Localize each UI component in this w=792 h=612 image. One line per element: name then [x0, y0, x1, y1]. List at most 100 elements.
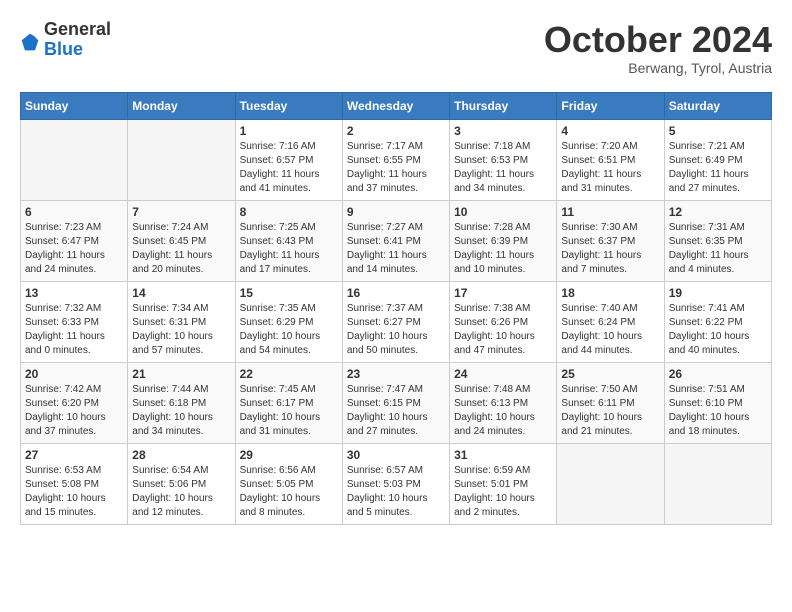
day-info: Sunrise: 7:44 AMSunset: 6:18 PMDaylight:…	[132, 383, 230, 439]
calendar-cell: 31 Sunrise: 6:59 AMSunset: 5:01 PMDayligh…	[450, 443, 557, 524]
calendar-cell: 3 Sunrise: 7:18 AMSunset: 6:53 PMDaylight…	[450, 119, 557, 200]
day-info: Sunrise: 6:57 AMSunset: 5:03 PMDaylight:…	[347, 464, 445, 520]
day-info: Sunrise: 6:59 AMSunset: 5:01 PMDaylight:…	[454, 464, 552, 520]
weekday-header: Monday	[128, 92, 235, 119]
weekday-header: Thursday	[450, 92, 557, 119]
calendar-cell	[557, 443, 664, 524]
day-number: 9	[347, 205, 445, 219]
day-info: Sunrise: 7:23 AMSunset: 6:47 PMDaylight:…	[25, 221, 123, 277]
day-number: 5	[669, 124, 767, 138]
title-area: October 2024 Berwang, Tyrol, Austria	[544, 20, 772, 76]
day-number: 20	[25, 367, 123, 381]
calendar-cell: 19Sunrise: 7:41 AMSunset: 6:22 PMDayligh…	[664, 281, 771, 362]
day-info: Sunrise: 7:41 AMSunset: 6:22 PMDaylight:…	[669, 302, 767, 358]
calendar-cell: 30 Sunrise: 6:57 AMSunset: 5:03 PMDayligh…	[342, 443, 449, 524]
day-number: 23	[347, 367, 445, 381]
day-info: Sunrise: 7:20 AMSunset: 6:51 PMDaylight:…	[561, 140, 659, 196]
calendar-cell: 21 Sunrise: 7:44 AMSunset: 6:18 PMDayligh…	[128, 362, 235, 443]
day-number: 1	[240, 124, 338, 138]
day-info: Sunrise: 6:54 AMSunset: 5:06 PMDaylight:…	[132, 464, 230, 520]
calendar-cell: 22 Sunrise: 7:45 AMSunset: 6:17 PMDayligh…	[235, 362, 342, 443]
day-info: Sunrise: 7:47 AMSunset: 6:15 PMDaylight:…	[347, 383, 445, 439]
day-number: 29	[240, 448, 338, 462]
calendar-table: SundayMondayTuesdayWednesdayThursdayFrid…	[20, 92, 772, 525]
day-info: Sunrise: 7:18 AMSunset: 6:53 PMDaylight:…	[454, 140, 552, 196]
day-number: 21	[132, 367, 230, 381]
calendar-cell: 28 Sunrise: 6:54 AMSunset: 5:06 PMDayligh…	[128, 443, 235, 524]
weekday-row: SundayMondayTuesdayWednesdayThursdayFrid…	[21, 92, 772, 119]
day-info: Sunrise: 7:35 AMSunset: 6:29 PMDaylight:…	[240, 302, 338, 358]
day-number: 30	[347, 448, 445, 462]
calendar-cell	[664, 443, 771, 524]
day-number: 18	[561, 286, 659, 300]
day-number: 24	[454, 367, 552, 381]
calendar-cell	[128, 119, 235, 200]
day-number: 2	[347, 124, 445, 138]
weekday-header: Saturday	[664, 92, 771, 119]
calendar-cell: 12 Sunrise: 7:31 AMSunset: 6:35 PMDayligh…	[664, 200, 771, 281]
day-number: 17	[454, 286, 552, 300]
day-number: 4	[561, 124, 659, 138]
calendar-week-row: 6Sunrise: 7:23 AMSunset: 6:47 PMDaylight…	[21, 200, 772, 281]
calendar-cell: 17 Sunrise: 7:38 AMSunset: 6:26 PMDayligh…	[450, 281, 557, 362]
day-info: Sunrise: 7:40 AMSunset: 6:24 PMDaylight:…	[561, 302, 659, 358]
calendar-cell: 9 Sunrise: 7:27 AMSunset: 6:41 PMDaylight…	[342, 200, 449, 281]
day-info: Sunrise: 7:42 AMSunset: 6:20 PMDaylight:…	[25, 383, 123, 439]
day-number: 12	[669, 205, 767, 219]
page-header: General Blue October 2024 Berwang, Tyrol…	[20, 20, 772, 76]
calendar-cell: 27Sunrise: 6:53 AMSunset: 5:08 PMDayligh…	[21, 443, 128, 524]
calendar-cell: 13 Sunrise: 7:32 AMSunset: 6:33 PMDayligh…	[21, 281, 128, 362]
calendar-cell: 14 Sunrise: 7:34 AMSunset: 6:31 PMDayligh…	[128, 281, 235, 362]
calendar-cell: 18 Sunrise: 7:40 AMSunset: 6:24 PMDayligh…	[557, 281, 664, 362]
day-info: Sunrise: 7:37 AMSunset: 6:27 PMDaylight:…	[347, 302, 445, 358]
day-info: Sunrise: 7:45 AMSunset: 6:17 PMDaylight:…	[240, 383, 338, 439]
day-info: Sunrise: 7:48 AMSunset: 6:13 PMDaylight:…	[454, 383, 552, 439]
day-number: 16	[347, 286, 445, 300]
day-info: Sunrise: 7:27 AMSunset: 6:41 PMDaylight:…	[347, 221, 445, 277]
calendar-cell: 4 Sunrise: 7:20 AMSunset: 6:51 PMDaylight…	[557, 119, 664, 200]
day-number: 14	[132, 286, 230, 300]
calendar-header: SundayMondayTuesdayWednesdayThursdayFrid…	[21, 92, 772, 119]
calendar-cell: 11 Sunrise: 7:30 AMSunset: 6:37 PMDayligh…	[557, 200, 664, 281]
day-number: 13	[25, 286, 123, 300]
day-info: Sunrise: 7:17 AMSunset: 6:55 PMDaylight:…	[347, 140, 445, 196]
calendar-cell: 6Sunrise: 7:23 AMSunset: 6:47 PMDaylight…	[21, 200, 128, 281]
day-number: 28	[132, 448, 230, 462]
calendar-cell: 24 Sunrise: 7:48 AMSunset: 6:13 PMDayligh…	[450, 362, 557, 443]
day-info: Sunrise: 7:24 AMSunset: 6:45 PMDaylight:…	[132, 221, 230, 277]
day-info: Sunrise: 7:38 AMSunset: 6:26 PMDaylight:…	[454, 302, 552, 358]
calendar-cell: 2 Sunrise: 7:17 AMSunset: 6:55 PMDaylight…	[342, 119, 449, 200]
calendar-cell: 23 Sunrise: 7:47 AMSunset: 6:15 PMDayligh…	[342, 362, 449, 443]
day-info: Sunrise: 6:56 AMSunset: 5:05 PMDaylight:…	[240, 464, 338, 520]
day-info: Sunrise: 7:50 AMSunset: 6:11 PMDaylight:…	[561, 383, 659, 439]
day-number: 11	[561, 205, 659, 219]
calendar-week-row: 13 Sunrise: 7:32 AMSunset: 6:33 PMDayligh…	[21, 281, 772, 362]
calendar-cell: 5 Sunrise: 7:21 AMSunset: 6:49 PMDaylight…	[664, 119, 771, 200]
calendar-cell: 26Sunrise: 7:51 AMSunset: 6:10 PMDayligh…	[664, 362, 771, 443]
day-info: Sunrise: 7:32 AMSunset: 6:33 PMDaylight:…	[25, 302, 123, 358]
month-title: October 2024	[544, 20, 772, 60]
day-number: 3	[454, 124, 552, 138]
day-info: Sunrise: 7:30 AMSunset: 6:37 PMDaylight:…	[561, 221, 659, 277]
calendar-week-row: 20 Sunrise: 7:42 AMSunset: 6:20 PMDayligh…	[21, 362, 772, 443]
day-number: 15	[240, 286, 338, 300]
calendar-cell: 15 Sunrise: 7:35 AMSunset: 6:29 PMDayligh…	[235, 281, 342, 362]
day-number: 7	[132, 205, 230, 219]
weekday-header: Wednesday	[342, 92, 449, 119]
day-info: Sunrise: 7:51 AMSunset: 6:10 PMDaylight:…	[669, 383, 767, 439]
day-number: 25	[561, 367, 659, 381]
calendar-cell: 7 Sunrise: 7:24 AMSunset: 6:45 PMDaylight…	[128, 200, 235, 281]
calendar-cell: 20 Sunrise: 7:42 AMSunset: 6:20 PMDayligh…	[21, 362, 128, 443]
weekday-header: Tuesday	[235, 92, 342, 119]
day-info: Sunrise: 7:16 AMSunset: 6:57 PMDaylight:…	[240, 140, 338, 196]
calendar-cell: 16 Sunrise: 7:37 AMSunset: 6:27 PMDayligh…	[342, 281, 449, 362]
day-number: 22	[240, 367, 338, 381]
day-info: Sunrise: 7:31 AMSunset: 6:35 PMDaylight:…	[669, 221, 767, 277]
day-info: Sunrise: 7:28 AMSunset: 6:39 PMDaylight:…	[454, 221, 552, 277]
day-number: 31	[454, 448, 552, 462]
day-info: Sunrise: 7:21 AMSunset: 6:49 PMDaylight:…	[669, 140, 767, 196]
day-number: 27	[25, 448, 123, 462]
day-info: Sunrise: 7:34 AMSunset: 6:31 PMDaylight:…	[132, 302, 230, 358]
location-subtitle: Berwang, Tyrol, Austria	[544, 60, 772, 76]
day-number: 8	[240, 205, 338, 219]
